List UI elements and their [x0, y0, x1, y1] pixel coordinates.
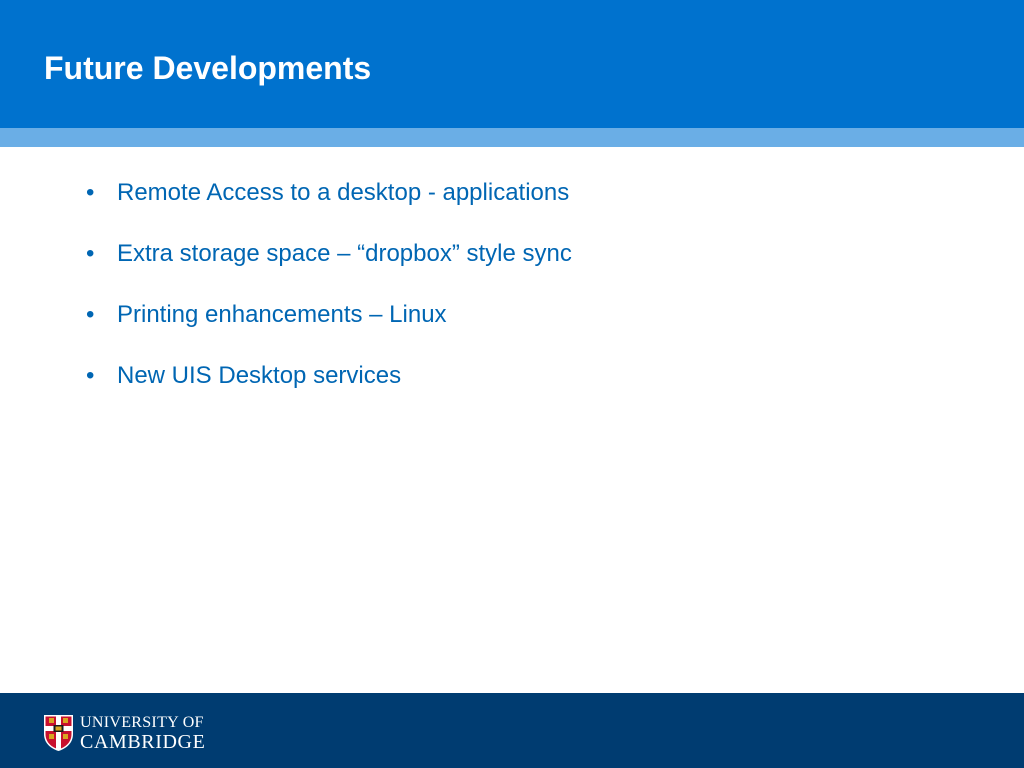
bullet-icon: • [86, 362, 95, 389]
university-crest-icon [44, 715, 73, 751]
bullet-text: Remote Access to a desktop - application… [117, 179, 570, 206]
bullet-list: • Remote Access to a desktop - applicati… [84, 176, 572, 420]
slide-title: Future Developments [44, 50, 372, 86]
logo-wordmark: UNIVERSITY OF CAMBRIDGE [80, 714, 205, 753]
logo-line-2: CAMBRIDGE [80, 730, 206, 753]
logo-line-1: UNIVERSITY OF [80, 713, 204, 731]
bullet-icon: • [86, 240, 95, 267]
bullet-text: Extra storage space – “dropbox” style sy… [117, 240, 572, 267]
slide: Future Developments • Remote Access to a… [0, 0, 1024, 768]
bullet-text: New UIS Desktop services [117, 362, 402, 389]
bullet-icon: • [86, 301, 95, 328]
header-stripe [0, 128, 1024, 147]
bullet-item: • New UIS Desktop services [84, 359, 572, 393]
university-logo: UNIVERSITY OF CAMBRIDGE [43, 713, 205, 753]
bullet-item: • Remote Access to a desktop - applicati… [84, 176, 572, 210]
bullet-item: • Printing enhancements – Linux [84, 298, 572, 332]
bullet-icon: • [86, 179, 95, 206]
bullet-item: • Extra storage space – “dropbox” style … [84, 237, 572, 271]
bullet-text: Printing enhancements – Linux [117, 301, 447, 328]
